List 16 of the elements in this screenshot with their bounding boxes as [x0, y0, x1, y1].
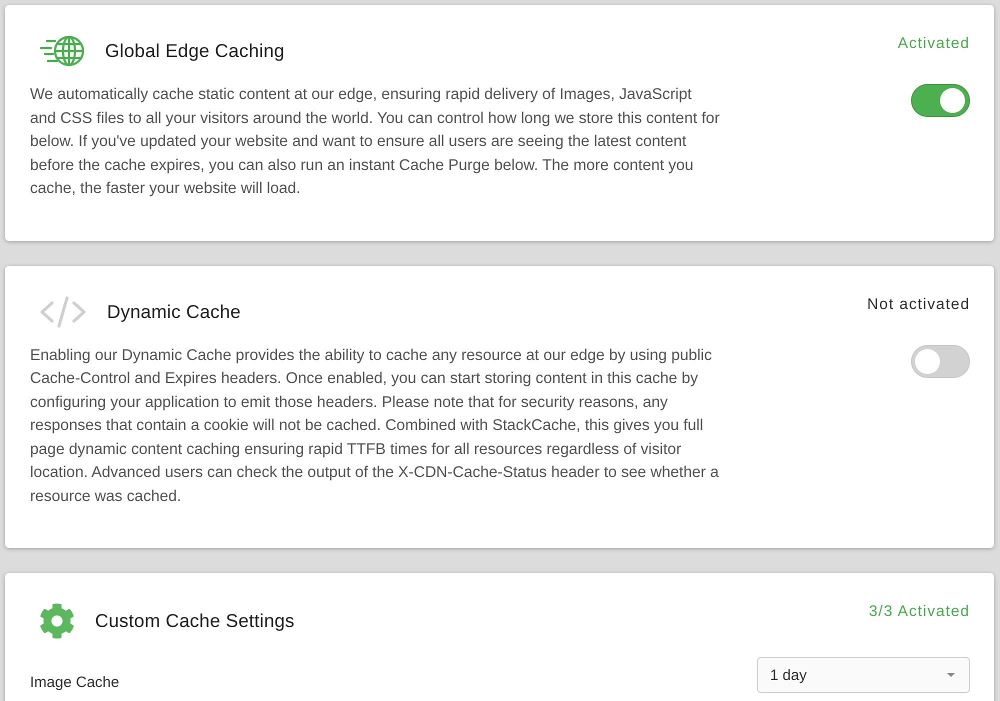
globe-icon [39, 35, 85, 67]
status-label: Activated [898, 34, 970, 54]
caret-icon [947, 673, 955, 677]
status-label: Not activated [867, 294, 970, 314]
section-title: Dynamic Cache [107, 300, 241, 322]
gear-icon [39, 603, 75, 639]
code-icon [39, 296, 87, 328]
section-title: Global Edge Caching [105, 40, 285, 62]
setting-label: Image Cache [30, 673, 120, 693]
status-label: 3/3 Activated [868, 602, 970, 622]
section-description: Enabling our Dynamic Cache provides the ability to cache any resource at our edge by using public Cache-Control and Expires headers. Once enabled, you can start storing content in this cache by configuring your application to emit those headers. Please note that for security reasons, any responses that contain a cookie will not be cached. Combined with StackCache, this gives you full page dynamic content caching ensuring rapid TTFB times for all resources regardless of visitor location. Advanced users can check the output of the X-CDN-Cache-Status header to see whether a resource was cached. [30, 346, 720, 506]
toggle-switch[interactable] [911, 84, 970, 117]
section-title: Custom Cache Settings [95, 610, 295, 632]
duration-select[interactable]: 1 day [757, 657, 970, 693]
toggle-switch[interactable] [911, 344, 970, 378]
section-description: We automatically cache static content at our edge, ensuring rapid delivery of Images, JavaScript and CSS files to all your visitors around the world. You can control how long we store this content for below. If you've updated your website and want to ensure all users are seeing the latest content before the cache expires, you can also run an instant Cache Purge below. The more content you cache, the faster your website will load. [30, 85, 721, 199]
